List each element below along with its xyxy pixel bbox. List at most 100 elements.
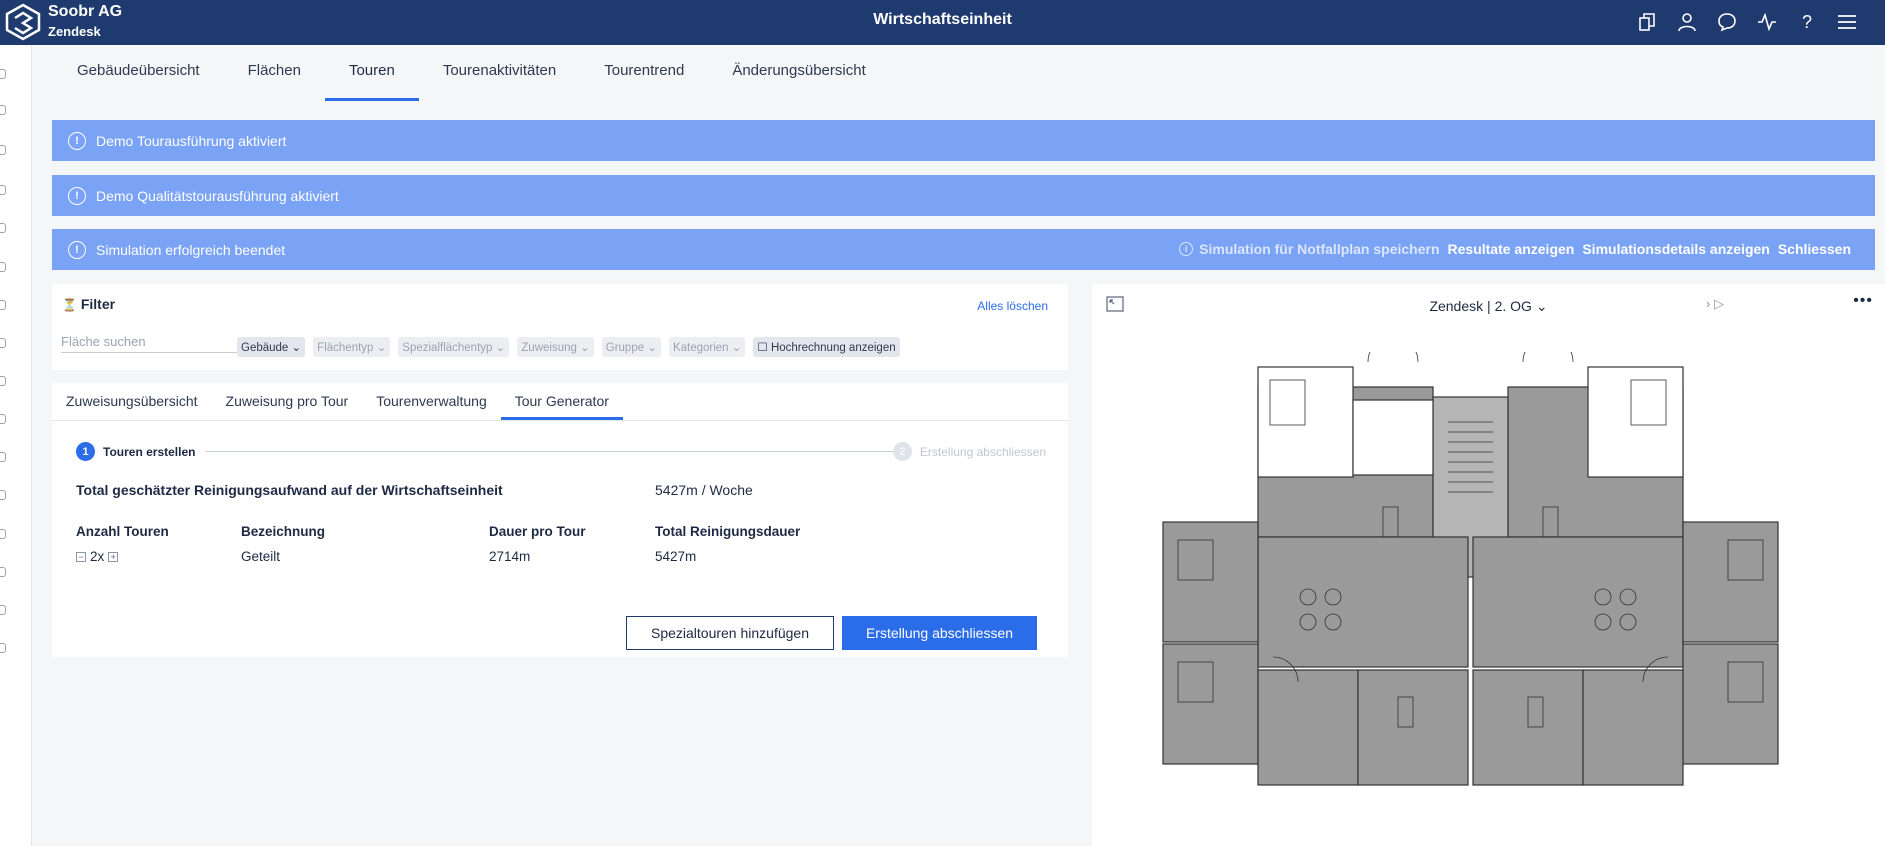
filter-title-text: Filter — [80, 296, 116, 312]
tab-tourentrend[interactable]: Tourentrend — [580, 45, 708, 101]
user-icon[interactable] — [1675, 10, 1699, 34]
separator: | — [1487, 298, 1491, 314]
rail-dashboard-icon[interactable] — [0, 69, 6, 79]
buildings-icon[interactable] — [1635, 10, 1659, 34]
sub-tabs: Zuweisungsübersicht Zuweisung pro Tour T… — [52, 383, 1068, 421]
tour-total: 5427m — [655, 549, 697, 564]
tab-tourenaktivitaeten[interactable]: Tourenaktivitäten — [419, 45, 580, 101]
chip-kategorien[interactable]: Kategorien ⌄ — [668, 337, 746, 357]
filter-title: ⏳ Filter — [62, 296, 115, 312]
checkbox-icon[interactable]: ☐ — [757, 342, 767, 354]
chevron-down-icon: ⌄ — [291, 342, 302, 354]
rail-grid-icon[interactable] — [0, 223, 6, 233]
menu-icon[interactable] — [1835, 10, 1859, 34]
col-header-total: Total Reinigungsdauer — [655, 524, 801, 539]
clear-all-link[interactable]: Alles löschen — [977, 299, 1048, 313]
rail-list-icon[interactable] — [0, 414, 6, 424]
filter-icon: ⏳ — [62, 298, 77, 312]
chip-label: Gebäude — [241, 342, 289, 354]
rail-settings-icon[interactable] — [0, 643, 6, 653]
step-label: Erstellung abschliessen — [919, 444, 1046, 459]
main-tabs: Gebäudeübersicht Flächen Touren Tourenak… — [33, 45, 1885, 101]
play-icon[interactable]: ▷ — [1714, 296, 1724, 311]
chip-label: Spezialflächentyp — [402, 342, 493, 354]
tab-zuweisungsuebersicht[interactable]: Zuweisungsübersicht — [52, 383, 212, 420]
next-icon[interactable]: › — [1706, 296, 1710, 311]
rail-chart-icon[interactable] — [0, 376, 6, 386]
show-simulation-details-link[interactable]: Simulationsdetails anzeigen — [1582, 241, 1770, 257]
info-icon: ! — [68, 131, 86, 150]
rail-clock-icon[interactable] — [0, 529, 6, 539]
more-options-icon[interactable]: ••• — [1853, 292, 1873, 310]
help-icon[interactable]: ? — [1795, 10, 1819, 34]
rail-target-icon[interactable] — [0, 262, 6, 272]
tour-name: Geteilt — [241, 549, 281, 564]
chip-label: Flächentyp — [317, 342, 374, 354]
floor-plan-panel: Zendesk | 2. OG ⌄ › ▷ ••• — [1092, 284, 1885, 846]
finish-creation-button[interactable]: Erstellung abschliessen — [842, 616, 1037, 650]
banner-text: Simulation erfolgreich beendet — [96, 241, 286, 258]
chip-zuweisung[interactable]: Zuweisung ⌄ — [517, 337, 594, 357]
tour-count-stepper: − 2x + — [76, 549, 119, 564]
step-number: 2 — [892, 442, 912, 461]
step-label: Touren erstellen — [103, 444, 196, 459]
tab-tour-generator[interactable]: Tour Generator — [500, 383, 623, 420]
rail-building-icon[interactable] — [0, 105, 6, 115]
tab-touren[interactable]: Touren — [324, 45, 419, 101]
chip-label: Zuweisung — [521, 342, 577, 354]
rail-file-icon[interactable] — [0, 490, 6, 500]
rail-user-icon[interactable] — [0, 185, 6, 195]
total-effort-label: Total geschätzter Reinigungsaufwand auf … — [76, 482, 503, 498]
info-icon: ! — [68, 186, 86, 205]
show-results-link[interactable]: Resultate anzeigen — [1448, 241, 1575, 257]
increment-button[interactable]: + — [108, 551, 119, 562]
info-icon: i — [1179, 242, 1194, 256]
chip-gebaeude[interactable]: Gebäude ⌄ — [237, 337, 306, 357]
info-icon: ! — [68, 240, 86, 259]
banner-text: Demo Qualitätstourausführung aktiviert — [96, 187, 339, 204]
tab-gebaeudeuebersicht[interactable]: Gebäudeübersicht — [53, 45, 224, 101]
stepper: 1 Touren erstellen 2 Erstellung abschlie… — [76, 442, 1046, 462]
building-name: Zendesk — [1429, 298, 1484, 314]
tour-count-value: 2x — [90, 549, 105, 564]
chevron-down-icon: ⌄ — [1535, 298, 1548, 314]
filter-panel: ⏳ Filter Alles löschen Fläche suchen Geb… — [52, 284, 1068, 370]
rail-doc-icon[interactable] — [0, 452, 6, 462]
floor-name: 2. OG — [1494, 298, 1532, 314]
chip-gruppe[interactable]: Gruppe ⌄ — [601, 337, 661, 357]
step-create-tours: 1 Touren erstellen — [76, 442, 196, 461]
tab-tourenverwaltung[interactable]: Tourenverwaltung — [362, 383, 501, 420]
col-header-name: Bezeichnung — [241, 524, 326, 539]
chip-flaechentyp[interactable]: Flächentyp ⌄ — [313, 337, 391, 357]
decrement-button[interactable]: − — [76, 551, 86, 562]
left-rail — [0, 45, 32, 846]
activity-icon[interactable] — [1755, 10, 1779, 34]
close-banner-link[interactable]: Schliessen — [1778, 241, 1851, 257]
floor-selector[interactable]: Zendesk | 2. OG ⌄ — [1092, 298, 1885, 315]
banner-quality-tour: ! Demo Qualitätstourausführung aktiviert — [52, 175, 1875, 216]
banner-simulation: ! Simulation erfolgreich beendet i Simul… — [52, 229, 1875, 270]
plan-nav: › ▷ — [1706, 296, 1724, 312]
rail-tree-icon[interactable] — [0, 145, 6, 155]
tab-flaechen[interactable]: Flächen — [224, 45, 325, 101]
banner-text: Demo Tourausführung aktiviert — [96, 132, 287, 149]
rail-bell-icon[interactable] — [0, 300, 6, 310]
banner-tour-execution: ! Demo Tourausführung aktiviert — [52, 120, 1875, 161]
chip-spezialflaechentyp[interactable]: Spezialflächentyp ⌄ — [398, 337, 510, 357]
top-bar: Soobr AG Zendesk Wirtschaftseinheit ? — [0, 0, 1885, 45]
chip-hochrechnung[interactable]: ☐ Hochrechnung anzeigen — [753, 337, 900, 357]
add-special-tours-button[interactable]: Spezialtouren hinzufügen — [626, 616, 834, 650]
chip-label: Hochrechnung anzeigen — [770, 342, 896, 354]
step-finish: 2 Erstellung abschliessen — [892, 442, 1046, 461]
tab-zuweisung-pro-tour[interactable]: Zuweisung pro Tour — [212, 383, 363, 420]
tab-aenderungsuebersicht[interactable]: Änderungsübersicht — [708, 45, 889, 101]
total-effort-value: 5427m / Woche — [655, 482, 753, 498]
step-connector — [206, 451, 896, 452]
rail-pin-icon[interactable] — [0, 338, 6, 348]
floor-plan[interactable] — [1158, 352, 1783, 792]
save-emergency-plan-link[interactable]: i Simulation für Notfallplan speichern — [1179, 241, 1440, 257]
chat-icon[interactable] — [1715, 10, 1739, 34]
chevron-down-icon: ⌄ — [731, 342, 742, 354]
rail-flag-icon[interactable] — [0, 605, 6, 615]
rail-calendar-icon[interactable] — [0, 567, 6, 577]
